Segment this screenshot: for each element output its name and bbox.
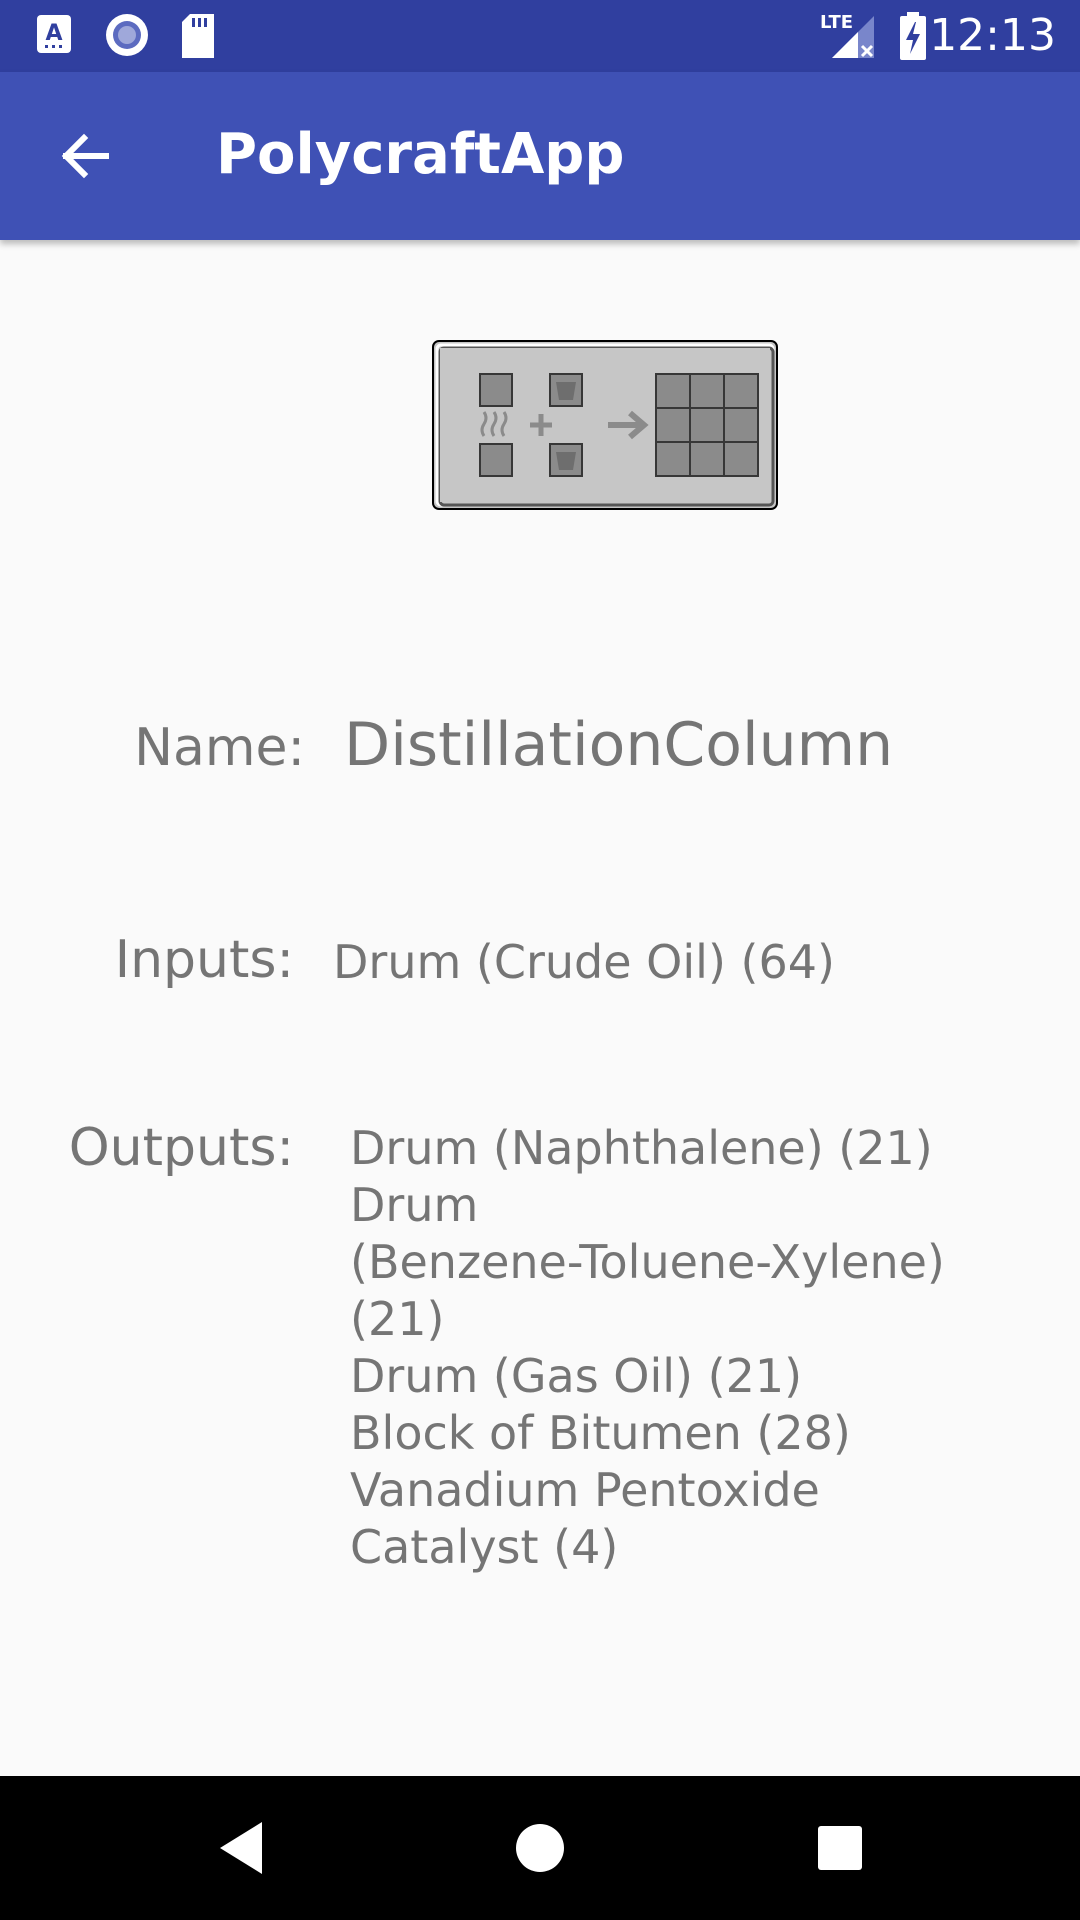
status-bar: A LTE 12:13 [0, 0, 1080, 72]
output-line: (Benzene-Toluene-Xylene) (21) [350, 1235, 945, 1346]
nav-recents-icon [818, 1826, 862, 1870]
sd-card-icon [182, 14, 214, 58]
nav-back-button[interactable] [204, 1812, 276, 1884]
lte-signal-icon: LTE [818, 12, 878, 60]
output-line: Vanadium Pentoxide [350, 1463, 820, 1517]
output-line: Drum [350, 1178, 479, 1232]
keyboard-a-icon: A [37, 15, 71, 53]
outputs-label: Outputs: [68, 1118, 294, 1178]
nav-home-icon [516, 1824, 564, 1872]
battery-charging-icon [900, 12, 926, 60]
name-label: Name: [134, 718, 305, 778]
status-time: 12:13 [929, 10, 1056, 61]
svg-text:A: A [45, 21, 62, 46]
arrow-back-icon [61, 133, 109, 179]
outputs-list: Drum (Naphthalene) (21) Drum (Benzene-To… [350, 1120, 1030, 1576]
inputs-value: Drum (Crude Oil) (64) [333, 935, 835, 989]
nav-recents-button[interactable] [804, 1812, 876, 1884]
record-icon [106, 14, 148, 56]
output-line: Block of Bitumen (28) [350, 1406, 851, 1460]
inputs-label: Inputs: [114, 930, 294, 990]
output-line: Drum (Gas Oil) (21) [350, 1349, 803, 1403]
output-line: Catalyst (4) [350, 1520, 619, 1574]
back-button[interactable] [36, 120, 132, 192]
nav-home-button[interactable] [504, 1812, 576, 1884]
name-value: DistillationColumn [344, 710, 894, 780]
distillation-recipe-grid-icon [432, 340, 778, 510]
nav-back-icon [220, 1822, 262, 1874]
output-line: Drum (Naphthalene) (21) [350, 1121, 933, 1175]
app-title: PolycraftApp [216, 122, 625, 187]
app-bar: PolycraftApp [0, 72, 1080, 240]
navigation-bar [0, 1776, 1080, 1920]
